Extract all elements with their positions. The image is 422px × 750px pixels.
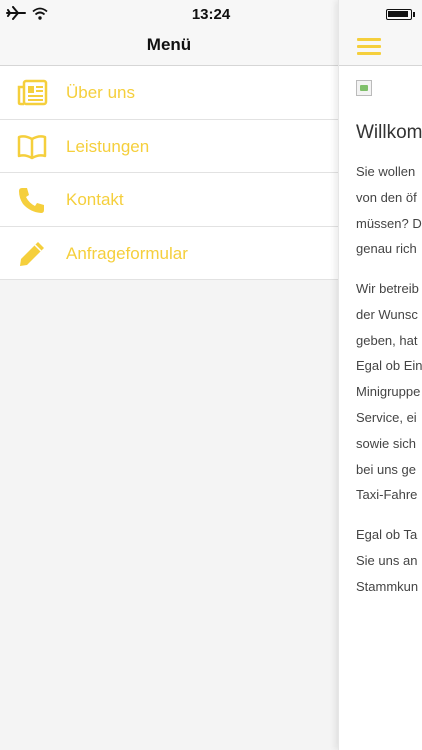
content-panel[interactable]: Willkom Sie wollen von den öf müssen? D … — [338, 0, 422, 750]
menu-item-label: Anfrageformular — [66, 243, 188, 263]
hamburger-menu-icon[interactable] — [357, 36, 381, 56]
menu-item-ueber-uns[interactable]: Über uns — [0, 66, 338, 120]
menu-item-label: Leistungen — [66, 136, 150, 156]
battery-icon — [386, 9, 412, 20]
pencil-icon — [16, 239, 48, 269]
menu-title: Menü — [146, 35, 192, 54]
welcome-heading: Willkom — [356, 122, 422, 143]
menu-item-label: Kontakt — [66, 190, 124, 209]
phone-icon — [16, 185, 48, 215]
broken-image-icon — [356, 80, 372, 96]
menu-item-label: Über uns — [66, 83, 135, 102]
book-icon — [16, 132, 48, 162]
services-paragraph: Wir betreib der Wunsc geben, hat Egal ob… — [356, 281, 422, 503]
menu-list: Über uns Leistungen Kontakt Anfrageformu… — [0, 66, 338, 280]
menu-header: Menü — [0, 28, 338, 66]
status-bar-right — [339, 0, 422, 28]
newspaper-icon — [16, 78, 48, 108]
intro-paragraph: Sie wollen von den öf müssen? D genau ri… — [356, 164, 422, 257]
closing-paragraph: Egal ob Ta Sie uns an Stammkun — [356, 527, 419, 594]
menu-item-leistungen[interactable]: Leistungen — [0, 120, 338, 173]
content-navbar — [339, 28, 422, 66]
menu-item-kontakt[interactable]: Kontakt — [0, 173, 338, 227]
menu-item-anfrageformular[interactable]: Anfrageformular — [0, 227, 338, 280]
battery-cap — [413, 12, 415, 17]
status-bar: 13:24 — [0, 0, 338, 28]
